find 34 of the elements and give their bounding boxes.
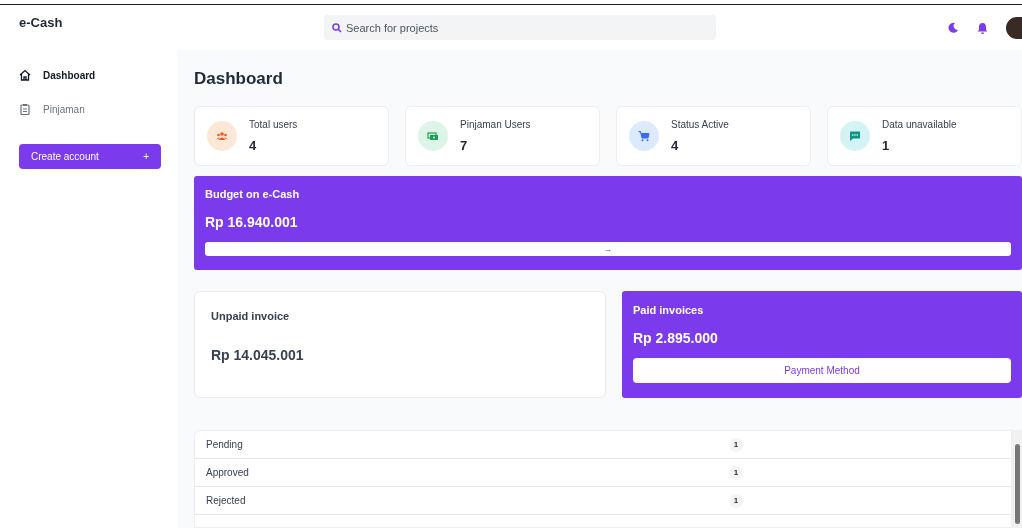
bell-icon[interactable]: [977, 21, 988, 34]
stat-value: 4: [671, 138, 680, 153]
sidebar-item[interactable]: Dashboard: [19, 58, 161, 92]
stat-value: 4: [249, 138, 258, 153]
unpaid-amount: Rp 14.045.001: [211, 347, 305, 363]
paid-title: Paid invoices: [633, 304, 705, 316]
stat-label: Status Active: [671, 119, 729, 130]
arrow-button[interactable]: →: [205, 242, 1011, 256]
count-badge: 1: [729, 465, 743, 480]
sidebar-item[interactable]: Pinjaman: [19, 92, 161, 126]
stat-label: Total users: [249, 119, 298, 130]
page-title: Dashboard: [194, 69, 284, 89]
search-field[interactable]: Search for projects: [324, 15, 716, 40]
status-label: Pending: [206, 439, 244, 450]
avatar[interactable]: [1006, 16, 1022, 39]
stat-value: 7: [460, 138, 469, 153]
unpaid-title: Unpaid invoice: [211, 310, 291, 322]
count-badge: 1: [729, 493, 743, 508]
moon-icon[interactable]: [947, 21, 959, 34]
status-label: Rejected: [206, 495, 247, 506]
status-label: Approved: [206, 467, 250, 478]
stat-label: Data unavailable: [882, 119, 957, 130]
paid-amount: Rp 2.895.000: [633, 330, 719, 346]
payment-method-button[interactable]: Payment Method: [633, 358, 1011, 383]
count-badge: 1: [729, 437, 743, 452]
clipboard-icon: [19, 103, 31, 115]
home-icon: [19, 69, 31, 81]
brand-logo: e-Cash: [19, 15, 64, 30]
stat-value: 1: [882, 138, 891, 153]
stat-label: Pinjaman Users: [460, 119, 531, 130]
scrollbar[interactable]: [1012, 430, 1022, 528]
budget-amount: Rp 16.940.001: [205, 214, 299, 230]
create-account-button[interactable]: Create account +: [19, 144, 161, 169]
budget-title: Budget on e-Cash: [205, 188, 301, 200]
